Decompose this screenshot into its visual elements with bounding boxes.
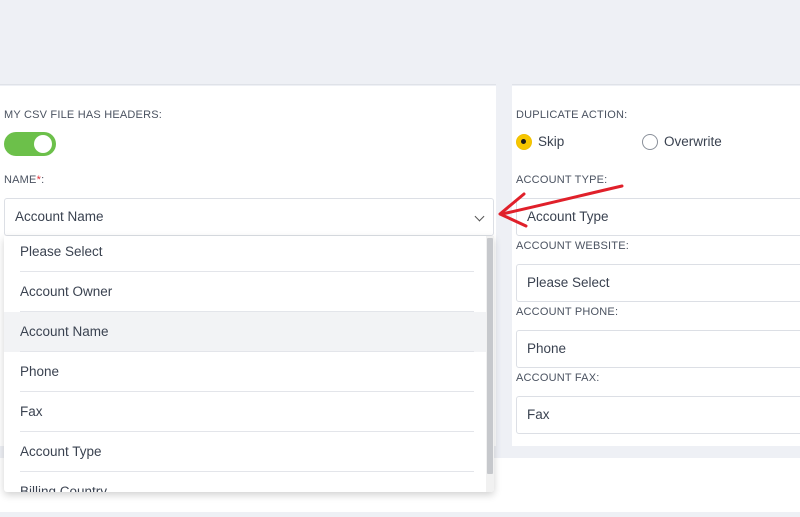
- dropdown-option-billing-country[interactable]: Billing Country: [4, 472, 488, 492]
- account-website-label: ACCOUNT WEBSITE:: [516, 240, 630, 252]
- account-fax-label: ACCOUNT FAX:: [516, 372, 600, 384]
- dropdown-option-account-owner[interactable]: Account Owner: [4, 272, 488, 312]
- red-arrow-annotation: [498, 184, 624, 228]
- top-band: [0, 0, 800, 82]
- dropdown-scrollbar[interactable]: [486, 236, 494, 492]
- dropdown-option-please-select[interactable]: Please Select: [4, 236, 488, 272]
- duplicate-action-radio-group: Skip Overwrite: [516, 133, 776, 155]
- name-label-text: NAME: [4, 174, 37, 186]
- name-dropdown-menu: Please Select Account Owner Account Name…: [4, 236, 494, 492]
- duplicate-action-label: DUPLICATE ACTION:: [516, 109, 628, 121]
- account-website-select[interactable]: Please Select: [516, 264, 800, 302]
- name-select[interactable]: Account Name: [4, 198, 494, 236]
- name-select-value: Account Name: [15, 209, 104, 224]
- dropdown-option-account-type[interactable]: Account Type: [4, 432, 488, 472]
- divider: [0, 84, 496, 85]
- account-phone-select[interactable]: Phone: [516, 330, 800, 368]
- chevron-down-icon[interactable]: [474, 211, 485, 222]
- radio-overwrite-label[interactable]: Overwrite: [664, 134, 722, 149]
- radio-skip-label[interactable]: Skip: [538, 134, 564, 149]
- account-website-value: Please Select: [527, 275, 610, 290]
- account-phone-label: ACCOUNT PHONE:: [516, 306, 619, 318]
- toggle-knob: [34, 135, 52, 153]
- dropdown-option-phone[interactable]: Phone: [4, 352, 488, 392]
- name-label: NAME*:: [4, 174, 44, 186]
- headers-label: MY CSV FILE HAS HEADERS:: [4, 109, 163, 121]
- radio-overwrite[interactable]: [642, 134, 658, 150]
- dropdown-option-account-name[interactable]: Account Name: [4, 312, 488, 352]
- account-fax-select[interactable]: Fax: [516, 396, 800, 434]
- headers-toggle[interactable]: [4, 132, 56, 156]
- account-fax-value: Fax: [527, 407, 550, 422]
- name-label-colon: :: [41, 174, 45, 186]
- dropdown-option-fax[interactable]: Fax: [4, 392, 488, 432]
- divider: [512, 84, 800, 85]
- radio-skip[interactable]: [516, 134, 532, 150]
- account-phone-value: Phone: [527, 341, 567, 356]
- scrollbar-thumb[interactable]: [487, 238, 493, 474]
